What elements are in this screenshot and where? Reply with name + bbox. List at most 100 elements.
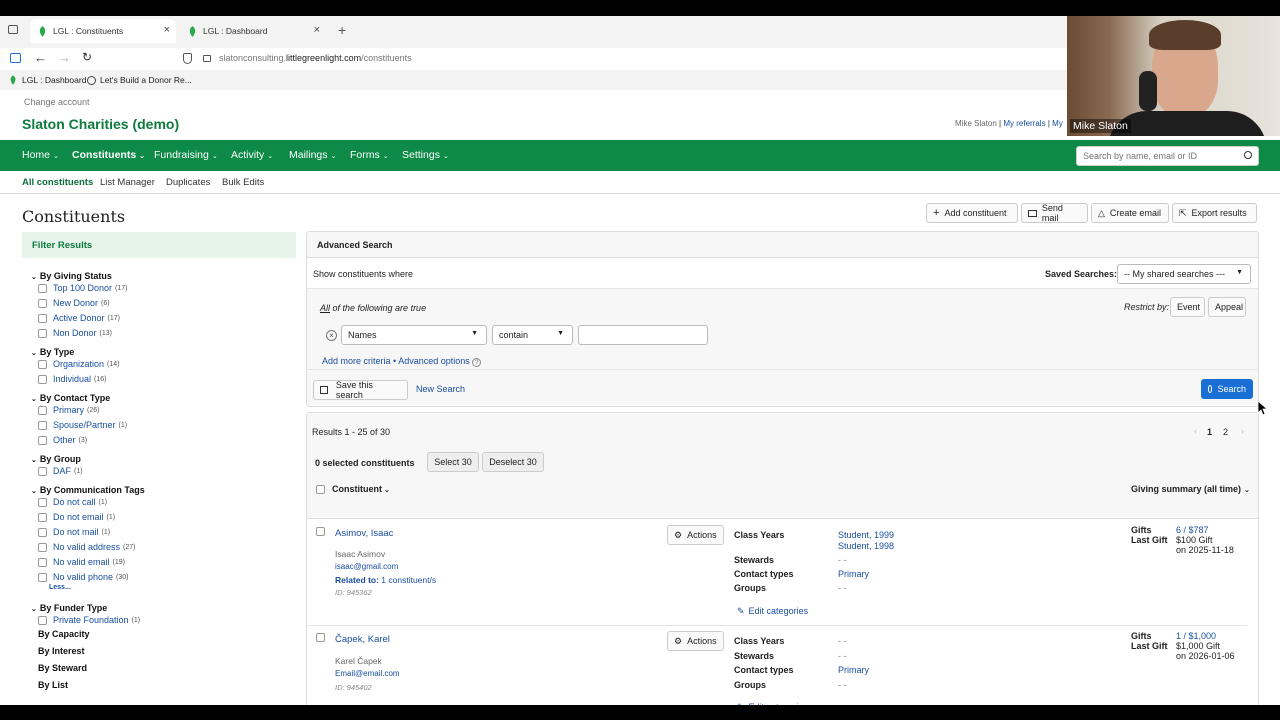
close-tab-icon[interactable]: × xyxy=(314,24,320,36)
tab-list-icon[interactable] xyxy=(8,25,18,34)
nav-forms[interactable]: Forms ⌄ xyxy=(350,149,389,161)
filter-checkbox[interactable] xyxy=(38,542,47,552)
subnav-duplicates[interactable]: Duplicates xyxy=(166,177,210,188)
criteria-field-select[interactable]: Names ▼ xyxy=(341,325,487,345)
advanced-options-link[interactable]: Advanced options xyxy=(398,356,470,366)
filter-group-collapsed[interactable]: By Interest xyxy=(38,646,85,656)
create-email-button[interactable]: △ Create email xyxy=(1091,203,1169,223)
constituent-email-link[interactable]: isaac@gmail.com xyxy=(335,562,398,571)
bookmark-donor[interactable]: Let's Build a Donor Re... xyxy=(87,75,192,85)
filter-checkbox[interactable] xyxy=(38,512,47,522)
tab-constituents[interactable]: LGL : Constituents × xyxy=(30,19,176,43)
filter-option[interactable]: Organization (14) xyxy=(38,359,119,369)
filter-checkbox[interactable] xyxy=(38,405,47,415)
back-arrow-icon[interactable]: ← xyxy=(34,50,47,65)
filter-checkbox[interactable] xyxy=(38,466,47,476)
select-all-checkbox[interactable] xyxy=(316,485,325,494)
reload-icon[interactable]: ↻ xyxy=(82,50,92,64)
filter-checkbox[interactable] xyxy=(38,374,47,384)
filter-group-title[interactable]: ⌄ By Communication Tags xyxy=(31,485,145,495)
select-all-button[interactable]: Select 30 xyxy=(427,452,479,472)
col-constituent-header[interactable]: Constituent ⌄ xyxy=(332,484,390,494)
filter-checkbox[interactable] xyxy=(38,615,47,625)
save-search-button[interactable]: Save this search xyxy=(313,380,408,400)
close-tab-icon[interactable]: × xyxy=(164,24,170,36)
prev-page-icon[interactable]: ‹ xyxy=(1194,426,1197,436)
filter-checkbox[interactable] xyxy=(38,572,47,582)
nav-fundraising[interactable]: Fundraising ⌄ xyxy=(154,149,218,161)
constituent-name-link[interactable]: Čapek, Karel xyxy=(335,634,390,645)
class-year-link[interactable]: Student, 1998 xyxy=(838,541,894,551)
row-checkbox[interactable] xyxy=(316,633,325,642)
filter-option[interactable]: DAF (1) xyxy=(38,466,83,476)
filter-option[interactable]: Primary (26) xyxy=(38,405,99,415)
criteria-value-input[interactable] xyxy=(578,325,708,345)
new-search-link[interactable]: New Search xyxy=(416,384,465,394)
change-account-link[interactable]: Change account xyxy=(24,97,90,107)
filter-checkbox[interactable] xyxy=(38,527,47,537)
filter-group-collapsed[interactable]: By Steward xyxy=(38,663,87,673)
remove-criteria-icon[interactable]: × xyxy=(326,330,337,341)
filter-group-title[interactable]: ⌄ By Type xyxy=(31,347,74,357)
subnav-list-manager[interactable]: List Manager xyxy=(100,177,155,188)
subnav-all-constituents[interactable]: All constituents xyxy=(22,177,93,188)
add-more-criteria-link[interactable]: Add more criteria xyxy=(322,356,391,366)
constituent-email-link[interactable]: Email@email.com xyxy=(335,669,400,678)
filter-option[interactable]: No valid address (27) xyxy=(38,542,136,552)
filter-checkbox[interactable] xyxy=(38,328,47,338)
filter-checkbox[interactable] xyxy=(38,497,47,507)
deselect-all-button[interactable]: Deselect 30 xyxy=(482,452,544,472)
filter-option[interactable]: No valid phone (30) xyxy=(38,572,129,582)
gifts-link[interactable]: 6 / $787 xyxy=(1176,525,1209,535)
filter-option[interactable]: Other (3) xyxy=(38,435,87,445)
class-year-link[interactable]: Student, 1999 xyxy=(838,530,894,540)
filter-group-collapsed[interactable]: By List xyxy=(38,680,68,690)
bookmark-lgl-dashboard[interactable]: LGL : Dashboard xyxy=(9,75,86,85)
export-results-button[interactable]: ⇱ Export results xyxy=(1172,203,1257,223)
org-name[interactable]: Slaton Charities (demo) xyxy=(22,116,179,132)
contact-type-link[interactable]: Primary xyxy=(838,569,869,579)
filter-group-title[interactable]: ⌄ By Contact Type xyxy=(31,393,110,403)
filter-checkbox[interactable] xyxy=(38,359,47,369)
edit-categories-link[interactable]: ✎Edit categories xyxy=(737,606,808,617)
next-page-icon[interactable]: › xyxy=(1241,426,1244,436)
constituent-name-link[interactable]: Asimov, Isaac xyxy=(335,528,393,539)
filter-less-link[interactable]: Less... xyxy=(49,584,71,591)
global-search-input[interactable] xyxy=(1076,146,1259,166)
help-icon[interactable]: ? xyxy=(472,358,482,367)
filter-option[interactable]: Spouse/Partner (1) xyxy=(38,420,127,430)
filter-option[interactable]: Do not mail (1) xyxy=(38,527,110,537)
forward-arrow-icon[interactable]: → xyxy=(58,50,71,65)
search-icon[interactable] xyxy=(1244,151,1252,159)
filter-option[interactable]: Do not call (1) xyxy=(38,497,107,507)
sidebar-toggle-icon[interactable] xyxy=(10,53,21,63)
my-account-link[interactable]: My xyxy=(1052,119,1063,128)
filter-group-title[interactable]: ⌄ By Group xyxy=(31,454,81,464)
filter-group-title[interactable]: ⌄ By Giving Status xyxy=(31,271,112,281)
actions-button[interactable]: ⚙ Actions xyxy=(667,525,724,545)
page-2[interactable]: 2 xyxy=(1223,427,1228,437)
filter-checkbox[interactable] xyxy=(38,283,47,293)
filter-option[interactable]: No valid email (19) xyxy=(38,557,125,567)
filter-option[interactable]: Individual (16) xyxy=(38,374,106,384)
criteria-operator-select[interactable]: contain ▼ xyxy=(492,325,573,345)
filter-option[interactable]: New Donor (6) xyxy=(38,298,110,308)
related-link[interactable]: 1 constituent/s xyxy=(381,575,436,585)
nav-settings[interactable]: Settings ⌄ xyxy=(402,149,449,161)
send-mail-button[interactable]: Send mail xyxy=(1021,203,1088,223)
filter-option[interactable]: Private Foundation (1) xyxy=(38,615,140,625)
actions-button[interactable]: ⚙ Actions xyxy=(667,631,724,651)
restrict-appeal-button[interactable]: Appeal xyxy=(1208,297,1246,317)
filter-option[interactable]: Top 100 Donor (17) xyxy=(38,283,128,293)
contact-type-link[interactable]: Primary xyxy=(838,665,869,675)
tab-dashboard[interactable]: LGL : Dashboard × xyxy=(180,19,326,43)
tracking-shield-icon[interactable] xyxy=(183,53,192,64)
filter-checkbox[interactable] xyxy=(38,313,47,323)
page-1[interactable]: 1 xyxy=(1207,427,1212,437)
search-button[interactable]: Search xyxy=(1201,379,1253,399)
filter-checkbox[interactable] xyxy=(38,420,47,430)
nav-activity[interactable]: Activity ⌄ xyxy=(231,149,273,161)
filter-checkbox[interactable] xyxy=(38,435,47,445)
filter-group-title[interactable]: ⌄ By Funder Type xyxy=(31,603,107,613)
filter-group-collapsed[interactable]: By Capacity xyxy=(38,629,90,639)
